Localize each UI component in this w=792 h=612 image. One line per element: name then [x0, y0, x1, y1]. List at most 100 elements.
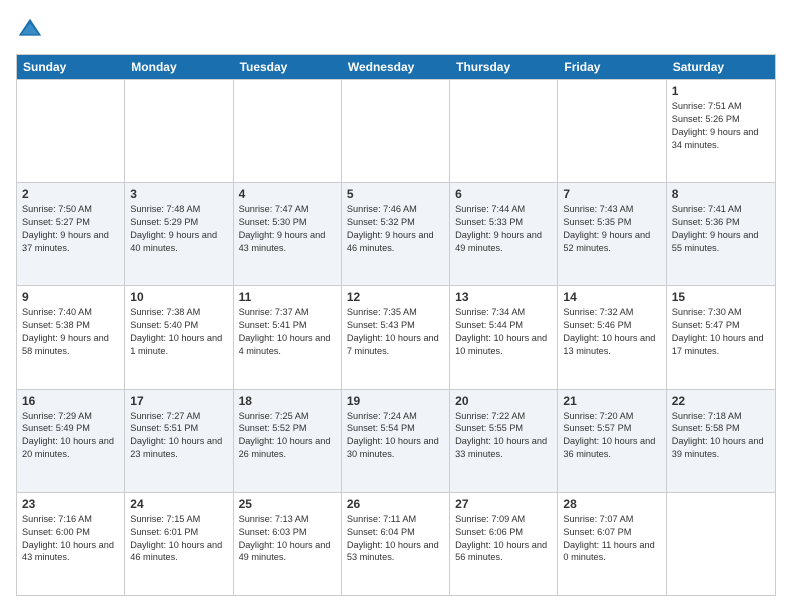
- calendar-body: 1 Sunrise: 7:51 AM Sunset: 5:26 PM Daylig…: [17, 79, 775, 595]
- day-number: 1: [672, 84, 770, 98]
- day-cell-19: 19 Sunrise: 7:24 AM Sunset: 5:54 PM Dayli…: [342, 390, 450, 492]
- day-cell-8: 8Sunrise: 7:41 AM Sunset: 5:36 PM Daylig…: [667, 183, 775, 285]
- day-info: Sunrise: 7:30 AM Sunset: 5:47 PM Dayligh…: [672, 306, 770, 358]
- day-cell-9: 9 Sunrise: 7:40 AM Sunset: 5:38 PM Daylig…: [17, 286, 125, 388]
- day-info: Sunrise: 7:09 AM Sunset: 6:06 PM Dayligh…: [455, 513, 552, 565]
- day-info: Sunrise: 7:43 AM Sunset: 5:35 PM Dayligh…: [563, 203, 660, 255]
- day-info: Sunrise: 7:11 AM Sunset: 6:04 PM Dayligh…: [347, 513, 444, 565]
- calendar-row-5: 23 Sunrise: 7:16 AM Sunset: 6:00 PM Dayli…: [17, 492, 775, 595]
- day-cell-5: 5 Sunrise: 7:46 AM Sunset: 5:32 PM Daylig…: [342, 183, 450, 285]
- day-number: 24: [130, 497, 227, 511]
- calendar-header: SundayMondayTuesdayWednesdayThursdayFrid…: [17, 55, 775, 79]
- day-cell-11: 11Sunrise: 7:37 AM Sunset: 5:41 PM Dayli…: [234, 286, 342, 388]
- day-cell-21: 21 Sunrise: 7:20 AM Sunset: 5:57 PM Dayli…: [558, 390, 666, 492]
- day-number: 7: [563, 187, 660, 201]
- calendar-row-3: 9 Sunrise: 7:40 AM Sunset: 5:38 PM Daylig…: [17, 285, 775, 388]
- day-number: 11: [239, 290, 336, 304]
- day-number: 5: [347, 187, 444, 201]
- day-number: 4: [239, 187, 336, 201]
- calendar-row-1: 1 Sunrise: 7:51 AM Sunset: 5:26 PM Daylig…: [17, 79, 775, 182]
- day-number: 28: [563, 497, 660, 511]
- day-number: 23: [22, 497, 119, 511]
- day-info: Sunrise: 7:40 AM Sunset: 5:38 PM Dayligh…: [22, 306, 119, 358]
- day-cell-15: 15Sunrise: 7:30 AM Sunset: 5:47 PM Dayli…: [667, 286, 775, 388]
- logo-icon: [16, 16, 44, 44]
- empty-cell: [342, 80, 450, 182]
- day-info: Sunrise: 7:48 AM Sunset: 5:29 PM Dayligh…: [130, 203, 227, 255]
- day-cell-22: 22 Sunrise: 7:18 AM Sunset: 5:58 PM Dayli…: [667, 390, 775, 492]
- day-cell-18: 18 Sunrise: 7:25 AM Sunset: 5:52 PM Dayli…: [234, 390, 342, 492]
- day-info: Sunrise: 7:38 AM Sunset: 5:40 PM Dayligh…: [130, 306, 227, 358]
- day-cell-16: 16 Sunrise: 7:29 AM Sunset: 5:49 PM Dayli…: [17, 390, 125, 492]
- day-info: Sunrise: 7:41 AM Sunset: 5:36 PM Dayligh…: [672, 203, 770, 255]
- day-number: 16: [22, 394, 119, 408]
- day-number: 22: [672, 394, 770, 408]
- day-info: Sunrise: 7:51 AM Sunset: 5:26 PM Dayligh…: [672, 100, 770, 152]
- day-info: Sunrise: 7:20 AM Sunset: 5:57 PM Dayligh…: [563, 410, 660, 462]
- day-number: 6: [455, 187, 552, 201]
- day-info: Sunrise: 7:18 AM Sunset: 5:58 PM Dayligh…: [672, 410, 770, 462]
- day-info: Sunrise: 7:15 AM Sunset: 6:01 PM Dayligh…: [130, 513, 227, 565]
- day-cell-10: 10 Sunrise: 7:38 AM Sunset: 5:40 PM Dayli…: [125, 286, 233, 388]
- calendar: SundayMondayTuesdayWednesdayThursdayFrid…: [16, 54, 776, 596]
- day-number: 12: [347, 290, 444, 304]
- day-info: Sunrise: 7:25 AM Sunset: 5:52 PM Dayligh…: [239, 410, 336, 462]
- day-cell-1: 1 Sunrise: 7:51 AM Sunset: 5:26 PM Daylig…: [667, 80, 775, 182]
- day-cell-17: 17Sunrise: 7:27 AM Sunset: 5:51 PM Dayli…: [125, 390, 233, 492]
- day-cell-7: 7 Sunrise: 7:43 AM Sunset: 5:35 PM Daylig…: [558, 183, 666, 285]
- day-cell-26: 26 Sunrise: 7:11 AM Sunset: 6:04 PM Dayli…: [342, 493, 450, 595]
- header-day-saturday: Saturday: [667, 55, 775, 79]
- day-cell-28: 28 Sunrise: 7:07 AM Sunset: 6:07 PM Dayli…: [558, 493, 666, 595]
- empty-cell: [17, 80, 125, 182]
- day-info: Sunrise: 7:16 AM Sunset: 6:00 PM Dayligh…: [22, 513, 119, 565]
- empty-cell: [125, 80, 233, 182]
- day-number: 13: [455, 290, 552, 304]
- header-day-thursday: Thursday: [450, 55, 558, 79]
- header: [16, 16, 776, 44]
- day-cell-14: 14 Sunrise: 7:32 AM Sunset: 5:46 PM Dayli…: [558, 286, 666, 388]
- day-info: Sunrise: 7:07 AM Sunset: 6:07 PM Dayligh…: [563, 513, 660, 565]
- page: SundayMondayTuesdayWednesdayThursdayFrid…: [0, 0, 792, 612]
- day-cell-12: 12 Sunrise: 7:35 AM Sunset: 5:43 PM Dayli…: [342, 286, 450, 388]
- day-info: Sunrise: 7:24 AM Sunset: 5:54 PM Dayligh…: [347, 410, 444, 462]
- day-cell-13: 13 Sunrise: 7:34 AM Sunset: 5:44 PM Dayli…: [450, 286, 558, 388]
- day-number: 20: [455, 394, 552, 408]
- day-number: 14: [563, 290, 660, 304]
- day-number: 21: [563, 394, 660, 408]
- empty-cell: [450, 80, 558, 182]
- day-number: 10: [130, 290, 227, 304]
- day-number: 3: [130, 187, 227, 201]
- day-number: 9: [22, 290, 119, 304]
- header-day-friday: Friday: [558, 55, 666, 79]
- day-cell-3: 3 Sunrise: 7:48 AM Sunset: 5:29 PM Daylig…: [125, 183, 233, 285]
- day-info: Sunrise: 7:34 AM Sunset: 5:44 PM Dayligh…: [455, 306, 552, 358]
- day-info: Sunrise: 7:13 AM Sunset: 6:03 PM Dayligh…: [239, 513, 336, 565]
- calendar-row-4: 16 Sunrise: 7:29 AM Sunset: 5:49 PM Dayli…: [17, 389, 775, 492]
- day-cell-20: 20 Sunrise: 7:22 AM Sunset: 5:55 PM Dayli…: [450, 390, 558, 492]
- day-number: 27: [455, 497, 552, 511]
- day-number: 25: [239, 497, 336, 511]
- empty-cell: [234, 80, 342, 182]
- day-info: Sunrise: 7:32 AM Sunset: 5:46 PM Dayligh…: [563, 306, 660, 358]
- day-cell-6: 6 Sunrise: 7:44 AM Sunset: 5:33 PM Daylig…: [450, 183, 558, 285]
- day-info: Sunrise: 7:44 AM Sunset: 5:33 PM Dayligh…: [455, 203, 552, 255]
- day-number: 18: [239, 394, 336, 408]
- day-info: Sunrise: 7:22 AM Sunset: 5:55 PM Dayligh…: [455, 410, 552, 462]
- day-info: Sunrise: 7:46 AM Sunset: 5:32 PM Dayligh…: [347, 203, 444, 255]
- logo: [16, 16, 48, 44]
- day-cell-25: 25 Sunrise: 7:13 AM Sunset: 6:03 PM Dayli…: [234, 493, 342, 595]
- day-cell-4: 4 Sunrise: 7:47 AM Sunset: 5:30 PM Daylig…: [234, 183, 342, 285]
- header-day-sunday: Sunday: [17, 55, 125, 79]
- day-info: Sunrise: 7:50 AM Sunset: 5:27 PM Dayligh…: [22, 203, 119, 255]
- day-number: 26: [347, 497, 444, 511]
- day-cell-2: 2Sunrise: 7:50 AM Sunset: 5:27 PM Daylig…: [17, 183, 125, 285]
- day-cell-27: 27 Sunrise: 7:09 AM Sunset: 6:06 PM Dayli…: [450, 493, 558, 595]
- empty-cell: [667, 493, 775, 595]
- empty-cell: [558, 80, 666, 182]
- header-day-tuesday: Tuesday: [234, 55, 342, 79]
- day-info: Sunrise: 7:29 AM Sunset: 5:49 PM Dayligh…: [22, 410, 119, 462]
- day-info: Sunrise: 7:47 AM Sunset: 5:30 PM Dayligh…: [239, 203, 336, 255]
- day-number: 19: [347, 394, 444, 408]
- day-info: Sunrise: 7:35 AM Sunset: 5:43 PM Dayligh…: [347, 306, 444, 358]
- day-info: Sunrise: 7:27 AM Sunset: 5:51 PM Dayligh…: [130, 410, 227, 462]
